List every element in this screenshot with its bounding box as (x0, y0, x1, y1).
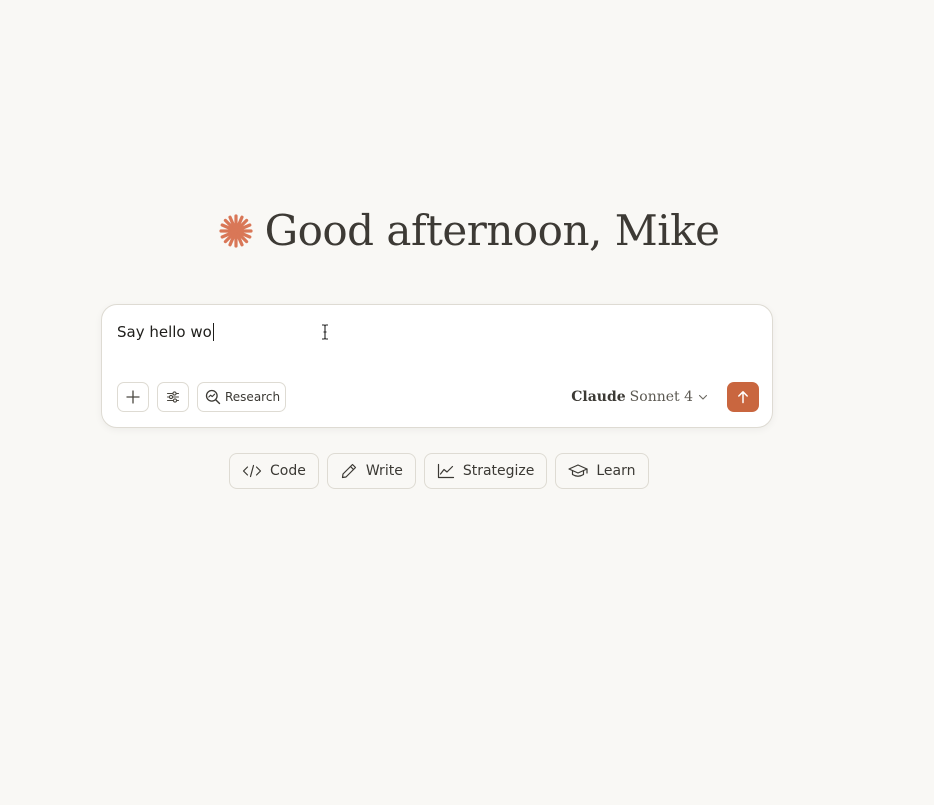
graduation-cap-icon (568, 464, 588, 477)
chip-learn[interactable]: Learn (555, 453, 649, 489)
model-selector[interactable]: Claude Sonnet 4 (571, 389, 708, 405)
chip-learn-label: Learn (596, 463, 636, 479)
message-input-value: Say hello wo (117, 323, 212, 341)
search-research-icon (205, 389, 221, 405)
model-version: Sonnet 4 (629, 389, 693, 405)
chip-strategize-label: Strategize (462, 463, 535, 479)
research-button[interactable]: Research (197, 382, 286, 412)
arrow-up-icon (738, 391, 748, 404)
code-icon (242, 464, 262, 478)
research-label: Research (225, 390, 281, 404)
text-caret (212, 323, 214, 341)
greeting-title: Good afternoon, Mike (264, 206, 720, 255)
chip-write[interactable]: Write (326, 453, 416, 489)
greeting: Good afternoon, Mike (0, 210, 934, 252)
text-cursor-icon (322, 324, 328, 340)
send-button[interactable] (727, 382, 759, 412)
tools-settings-button[interactable] (157, 382, 189, 412)
chip-strategize[interactable]: Strategize (423, 453, 548, 489)
model-name: Claude (571, 389, 626, 405)
chip-write-label: Write (365, 463, 403, 479)
suggestion-chips: Code Write Strategize Learn (229, 453, 649, 489)
chip-code-label: Code (270, 463, 306, 479)
chevron-down-icon (698, 394, 708, 400)
claude-spark-icon (218, 214, 253, 248)
chart-line-icon (437, 463, 454, 479)
chat-composer: Say hello wo Research Claude Sonnet 4 (101, 304, 773, 428)
pencil-icon (341, 463, 356, 479)
greeting-row: Good afternoon, Mike (218, 206, 720, 255)
plus-icon (126, 390, 140, 404)
message-input[interactable]: Say hello wo (117, 323, 214, 341)
chip-code[interactable]: Code (229, 453, 319, 489)
sliders-icon (166, 391, 180, 403)
add-attachment-button[interactable] (117, 382, 149, 412)
